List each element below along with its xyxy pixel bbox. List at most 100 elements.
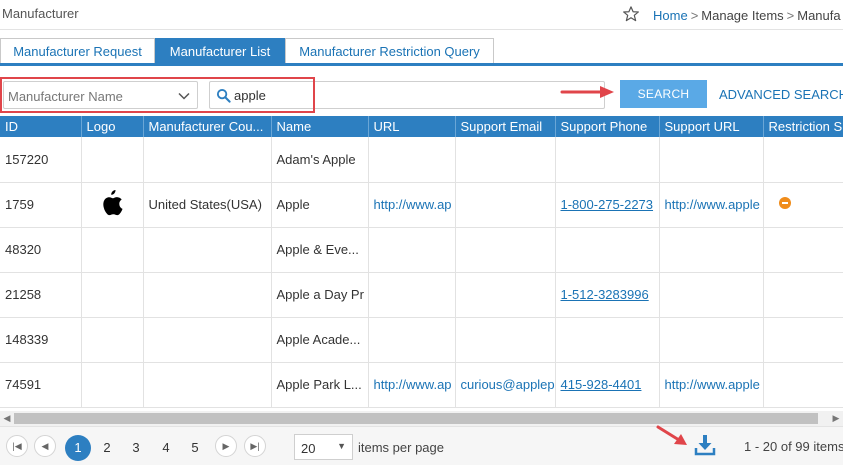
search-input[interactable] <box>234 86 594 105</box>
advanced-search-link[interactable]: ADVANCED SEARCH <box>719 87 843 102</box>
column-header-logo[interactable]: Logo <box>81 116 144 137</box>
search-field-dropdown[interactable]: Manufacturer Name <box>3 81 198 109</box>
page-number[interactable]: 4 <box>153 435 179 461</box>
breadcrumb-manage-items[interactable]: Manage Items <box>701 8 783 23</box>
manufacturer-grid: ID Logo Manufacturer Cou... Name URL Sup… <box>0 116 843 411</box>
page-number[interactable]: 3 <box>123 435 149 461</box>
table-row[interactable]: 48320 Apple & Eve... <box>0 227 843 273</box>
horizontal-scrollbar[interactable]: ◀ ▶ <box>0 411 843 426</box>
column-header-support-url[interactable]: Support URL <box>659 116 764 137</box>
breadcrumb-current: Manufa <box>797 8 841 23</box>
cell-logo <box>81 362 144 408</box>
cell-id: 21258 <box>0 272 82 318</box>
column-header-url[interactable]: URL <box>368 116 456 137</box>
restriction-minus-icon[interactable] <box>778 197 791 209</box>
caret-down-icon: ▼ <box>337 441 346 451</box>
manufacturer-table: ID Logo Manufacturer Cou... Name URL Sup… <box>0 116 843 408</box>
search-box[interactable] <box>209 81 605 109</box>
breadcrumb-home[interactable]: Home <box>653 8 688 23</box>
search-icon <box>216 88 231 103</box>
column-header-support-email[interactable]: Support Email <box>455 116 556 137</box>
cell-url: http://www.ap <box>368 182 456 228</box>
cell-email <box>455 272 556 318</box>
column-header-restriction-status[interactable]: Restriction S <box>763 116 843 137</box>
support-url-link[interactable]: http://www.apple <box>665 197 760 212</box>
items-range-label: 1 - 20 of 99 items <box>744 439 843 454</box>
cell-support-url: http://www.apple <box>659 362 764 408</box>
apple-logo-icon <box>103 190 123 216</box>
cell-name: Adam's Apple <box>271 137 369 183</box>
cell-support-url <box>659 137 764 183</box>
scroll-left-icon[interactable]: ◀ <box>2 413 12 424</box>
cell-url <box>368 137 456 183</box>
page-number[interactable]: 2 <box>94 435 120 461</box>
breadcrumb-separator: > <box>786 8 795 23</box>
table-row[interactable]: 157220 Adam's Apple <box>0 137 843 183</box>
tab-manufacturer-list[interactable]: Manufacturer List <box>155 38 285 64</box>
cell-restriction <box>763 362 843 408</box>
tab-manufacturer-restriction-query[interactable]: Manufacturer Restriction Query <box>285 38 494 64</box>
column-header-id[interactable]: ID <box>0 116 82 137</box>
page-title: Manufacturer <box>2 6 79 21</box>
cell-url <box>368 317 456 363</box>
cell-name: Apple a Day Pr <box>271 272 369 318</box>
table-row[interactable]: 21258 Apple a Day Pr 1-512-3283996 <box>0 272 843 318</box>
next-page-icon[interactable]: ▶ <box>215 435 237 457</box>
cell-restriction <box>763 137 843 183</box>
phone-link[interactable]: 1-800-275-2273 <box>561 197 654 212</box>
cell-restriction <box>763 227 843 273</box>
cell-logo <box>81 227 144 273</box>
cell-email <box>455 182 556 228</box>
search-button[interactable]: SEARCH <box>620 80 707 108</box>
phone-link[interactable]: 1-512-3283996 <box>561 287 649 302</box>
cell-logo <box>81 137 144 183</box>
cell-country <box>143 272 272 318</box>
phone-link[interactable]: 415-928-4401 <box>561 377 642 392</box>
url-link[interactable]: http://www.ap <box>374 377 452 392</box>
cell-country <box>143 362 272 408</box>
cell-country: United States(USA) <box>143 182 272 228</box>
table-row[interactable]: 74591 Apple Park L... http://www.ap curi… <box>0 362 843 408</box>
cell-restriction <box>763 272 843 318</box>
scrollbar-thumb[interactable] <box>14 413 818 424</box>
cell-id: 74591 <box>0 362 82 408</box>
table-row[interactable]: 1759 United States(USA) Apple http://www… <box>0 182 843 228</box>
scroll-right-icon[interactable]: ▶ <box>831 413 841 424</box>
cell-phone: 1-512-3283996 <box>555 272 660 318</box>
cell-name: Apple & Eve... <box>271 227 369 273</box>
support-url-link[interactable]: http://www.apple <box>665 377 760 392</box>
cell-email: curious@applep <box>455 362 556 408</box>
last-page-icon[interactable]: ▶| <box>244 435 266 457</box>
cell-name: Apple <box>271 182 369 228</box>
cell-support-url <box>659 272 764 318</box>
cell-support-url: http://www.apple <box>659 182 764 228</box>
breadcrumb-separator: > <box>690 8 699 23</box>
top-bar: Manufacturer Home > Manage Items > Manufa <box>0 0 843 30</box>
first-page-icon[interactable]: |◀ <box>6 435 28 457</box>
cell-logo <box>81 272 144 318</box>
cell-id: 157220 <box>0 137 82 183</box>
annotation-arrow-icon <box>656 425 687 445</box>
pager: |◀ ◀ 1 2 3 4 5 ▶ ▶| 20 ▼ items per page … <box>0 425 843 465</box>
column-header-support-phone[interactable]: Support Phone <box>555 116 660 137</box>
star-icon[interactable] <box>622 5 640 23</box>
cell-phone: 415-928-4401 <box>555 362 660 408</box>
cell-email <box>455 317 556 363</box>
cell-country <box>143 137 272 183</box>
download-icon[interactable] <box>694 434 716 456</box>
cell-restriction <box>763 182 843 228</box>
column-header-country[interactable]: Manufacturer Cou... <box>143 116 272 137</box>
previous-page-icon[interactable]: ◀ <box>34 435 56 457</box>
cell-phone <box>555 227 660 273</box>
items-per-page-label: items per page <box>358 440 444 455</box>
cell-phone <box>555 137 660 183</box>
column-header-name[interactable]: Name <box>271 116 369 137</box>
page-number[interactable]: 5 <box>182 435 208 461</box>
page-number[interactable]: 1 <box>65 435 91 461</box>
cell-email <box>455 227 556 273</box>
tab-manufacturer-request[interactable]: Manufacturer Request <box>0 38 155 64</box>
table-row[interactable]: 148339 Apple Acade... <box>0 317 843 363</box>
items-per-page-dropdown[interactable]: 20 ▼ <box>294 434 353 460</box>
email-link[interactable]: curious@applep <box>461 377 555 392</box>
url-link[interactable]: http://www.ap <box>374 197 452 212</box>
